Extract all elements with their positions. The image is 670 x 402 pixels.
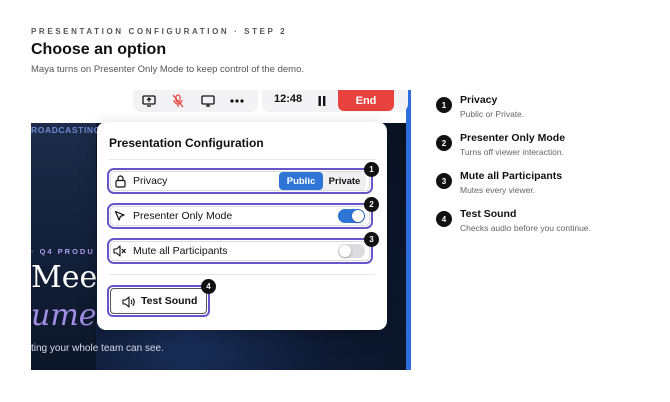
legend-title: Privacy — [460, 94, 498, 106]
panel-divider — [109, 274, 375, 275]
more-options-icon[interactable] — [227, 92, 247, 110]
privacy-private-option[interactable]: Private — [323, 172, 366, 190]
callout-badge-1: 1 — [364, 162, 379, 177]
callout-badge-2: 2 — [364, 197, 379, 212]
step-eyebrow: PRESENTATION CONFIGURATION · STEP 2 — [31, 27, 288, 36]
slide-tagline: ting your whole team can see. — [31, 343, 164, 354]
lock-icon — [113, 174, 127, 188]
broadcasting-label: ROADCASTING — [31, 125, 101, 135]
presenter-only-label: Presenter Only Mode — [133, 210, 233, 222]
callout-badge-3: 3 — [364, 232, 379, 247]
page-subtitle: Maya turns on Presenter Only Mode to kee… — [31, 64, 305, 75]
legend-number: 2 — [436, 135, 452, 151]
legend-description: Mutes every viewer. — [460, 185, 536, 195]
legend-title: Test Sound — [460, 208, 517, 220]
stage-edge — [406, 90, 411, 370]
legend-title: Mute all Participants — [460, 170, 563, 182]
slide-eyebrow: · Q4 PRODU — [31, 247, 95, 256]
privacy-row: Privacy Public Private — [107, 168, 373, 194]
legend-description: Public or Private. — [460, 109, 525, 119]
end-meeting-button[interactable]: End — [338, 90, 394, 111]
speaker-mute-icon — [113, 244, 127, 258]
monitor-icon[interactable] — [198, 92, 218, 110]
panel-divider — [109, 159, 375, 160]
speaker-icon — [122, 295, 136, 309]
panel-title: Presentation Configuration — [109, 136, 264, 150]
legend-number: 4 — [436, 211, 452, 227]
privacy-label: Privacy — [133, 175, 168, 187]
legend-number: 1 — [436, 97, 452, 113]
test-sound-button[interactable]: Test Sound — [107, 285, 210, 317]
mute-all-toggle[interactable] — [338, 244, 365, 258]
presenter-only-toggle[interactable] — [338, 209, 365, 223]
privacy-segmented-control: Public Private — [279, 172, 366, 190]
legend-number: 3 — [436, 173, 452, 189]
legend-description: Checks audio before you continue. — [460, 223, 591, 233]
test-sound-label: Test Sound — [141, 295, 198, 307]
mute-all-row: Mute all Participants — [107, 238, 373, 264]
presenter-only-row: Presenter Only Mode — [107, 203, 373, 229]
legend-description: Turns off viewer interaction. — [460, 147, 564, 157]
mute-all-label: Mute all Participants — [133, 245, 228, 257]
cursor-icon — [113, 209, 127, 223]
page-title: Choose an option — [31, 41, 167, 58]
share-screen-icon[interactable] — [139, 92, 159, 110]
legend-title: Presenter Only Mode — [460, 132, 566, 144]
toggle-knob — [352, 210, 364, 222]
pause-icon[interactable] — [312, 92, 332, 110]
meeting-clock: 12:48 — [274, 93, 303, 105]
callout-badge-4: 4 — [201, 279, 216, 294]
toggle-knob — [339, 245, 351, 257]
presentation-config-panel: Presentation Configuration Privacy Publi… — [97, 122, 387, 330]
privacy-public-option[interactable]: Public — [279, 172, 323, 190]
mic-off-icon[interactable] — [168, 92, 188, 110]
